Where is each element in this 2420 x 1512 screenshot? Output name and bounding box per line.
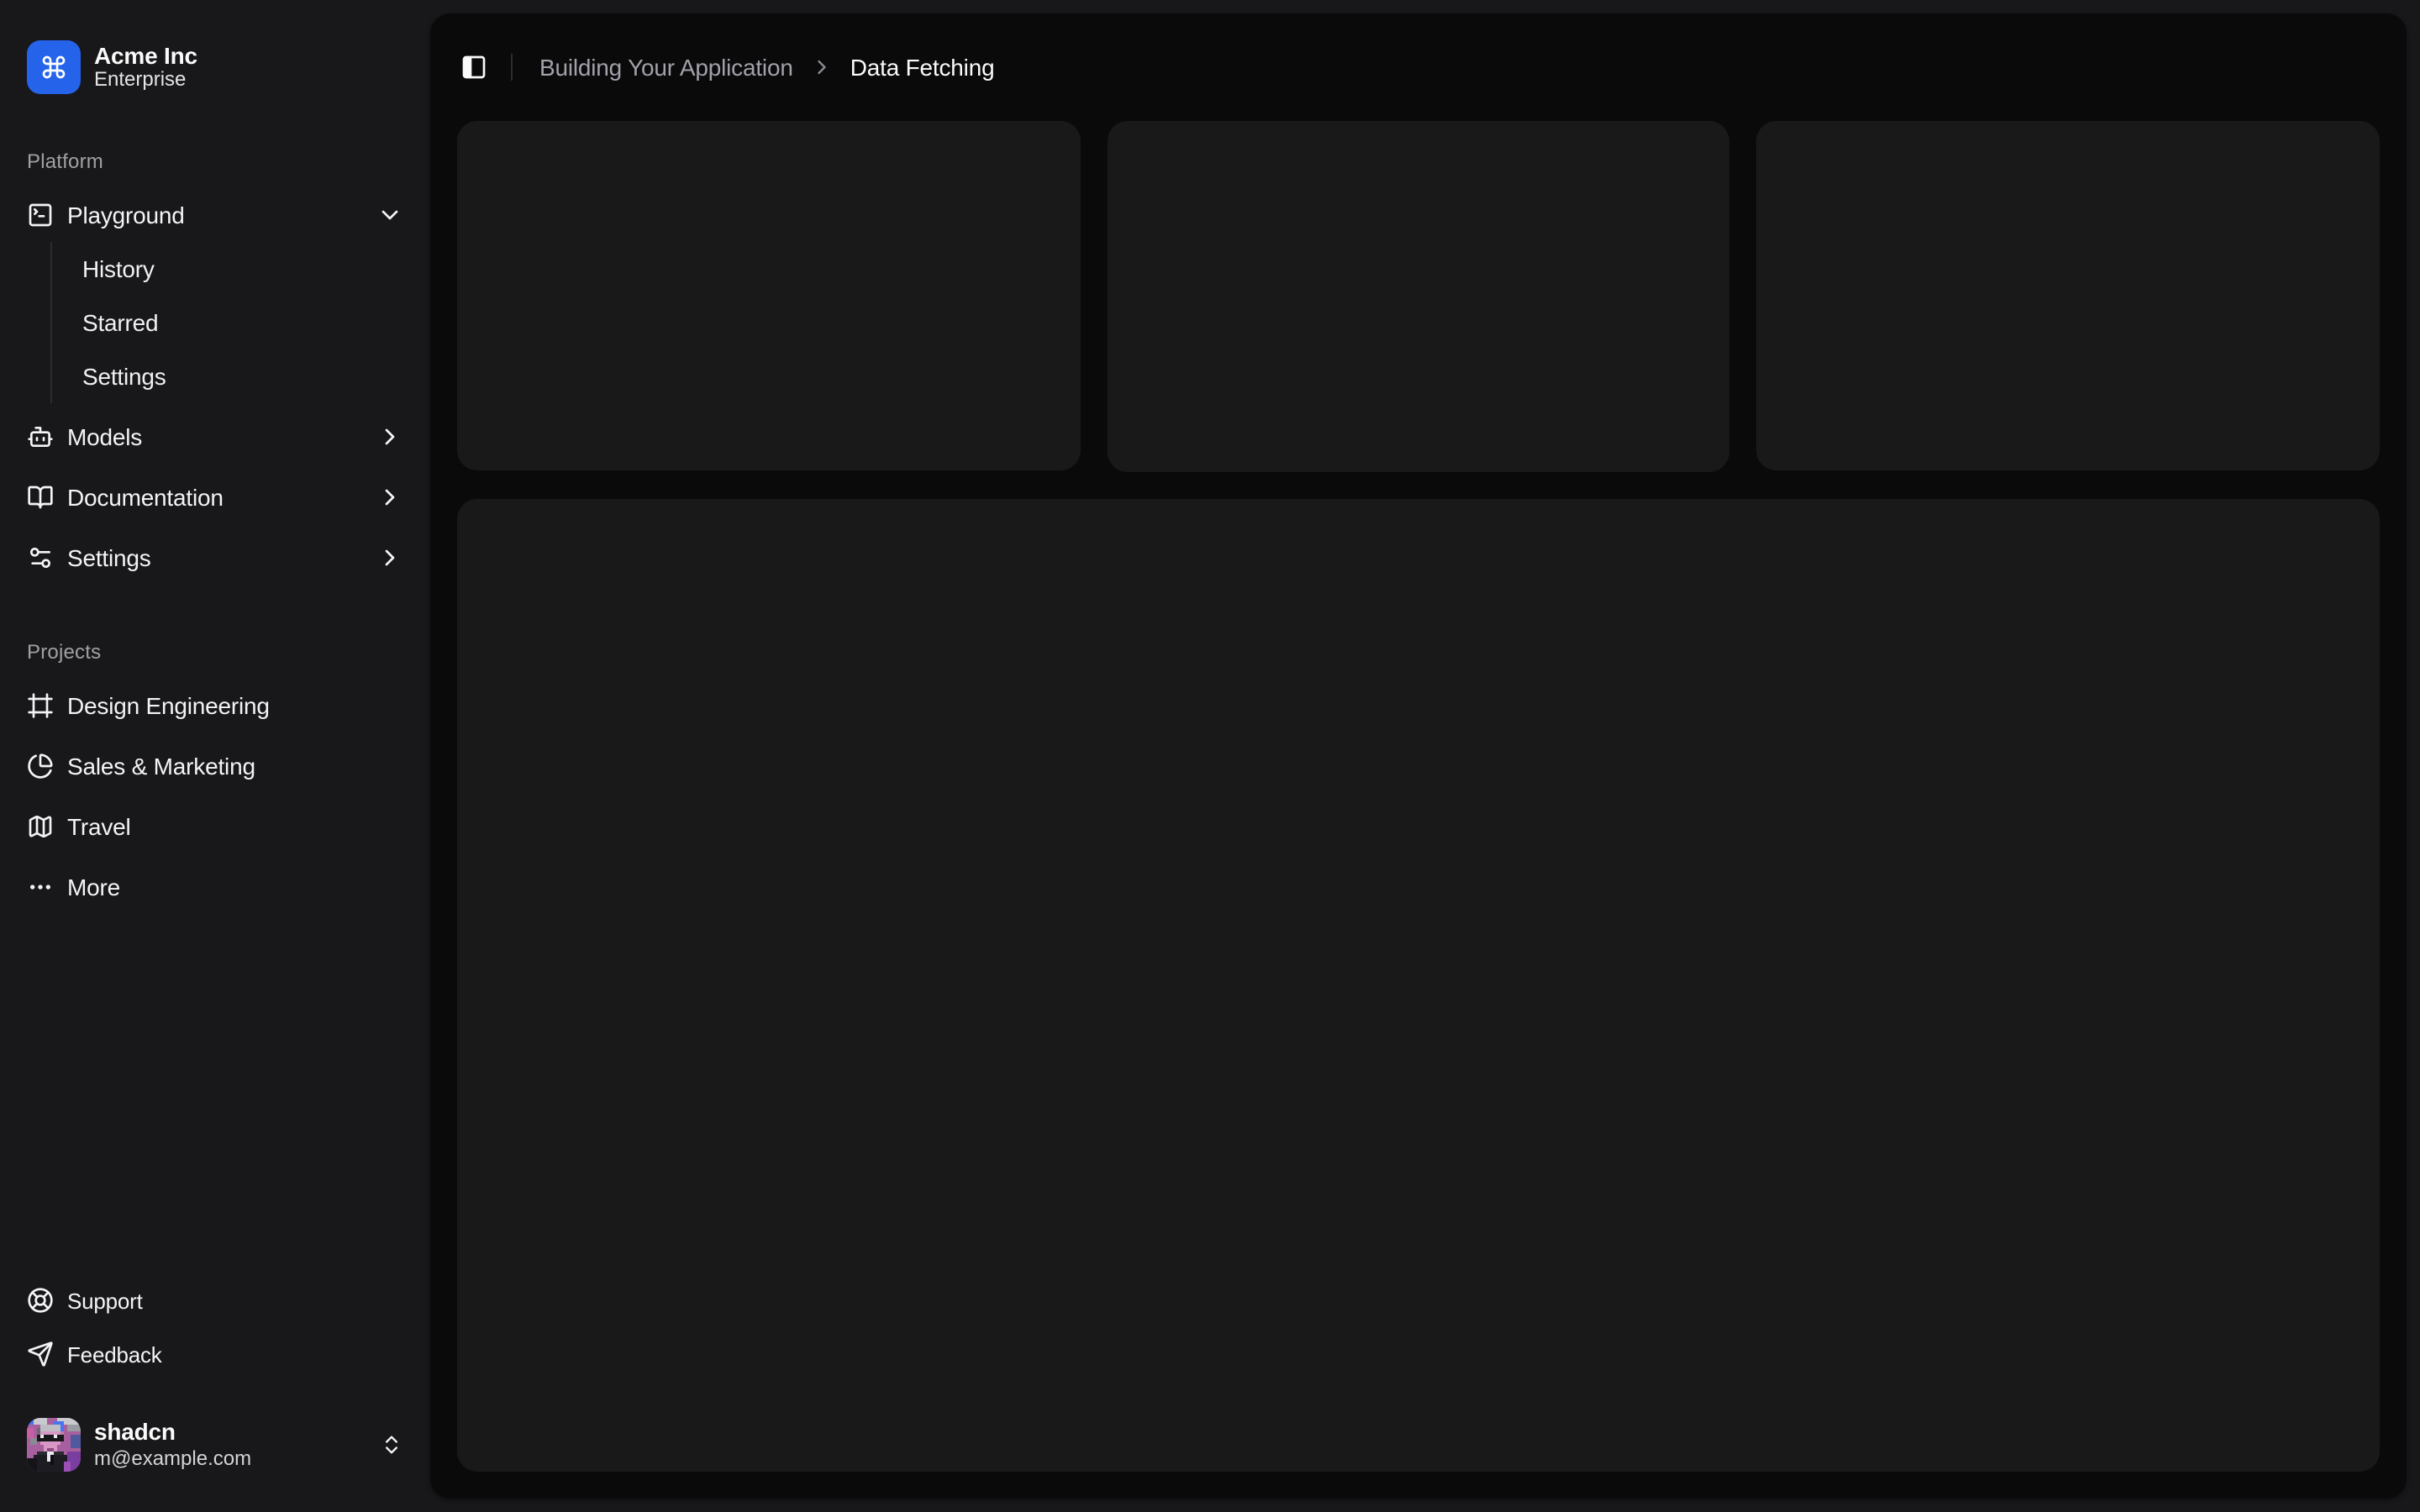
sidebar-item-label: Support xyxy=(67,1288,143,1313)
bot-icon xyxy=(28,427,53,447)
inset-panel: Building Your Application Data Fetching xyxy=(430,13,2407,1499)
placeholder-card-3 xyxy=(1756,121,2380,471)
avatar xyxy=(27,1418,81,1472)
chevron-right-icon xyxy=(818,60,826,75)
team-switcher-button[interactable]: Acme Inc Enterprise xyxy=(13,27,417,108)
team-plan: Enterprise xyxy=(94,67,187,92)
placeholder-card-1 xyxy=(457,121,1081,471)
user-email: m@example.com xyxy=(94,1446,252,1471)
sidebar-group-platform: Platform Playground History Starred Sett… xyxy=(0,121,430,598)
breadcrumb-current-page: Data Fetching xyxy=(850,54,995,81)
sidebar-footer: Support Feedback shadcn m@example.com xyxy=(0,1263,430,1499)
chevron-right-icon xyxy=(385,428,395,445)
book-open-icon xyxy=(28,486,53,509)
placeholder-panel xyxy=(457,498,2380,1472)
command-icon xyxy=(27,40,81,94)
sidebar-toggle-button[interactable] xyxy=(450,44,497,91)
settings-icon xyxy=(29,548,50,568)
sidebar-item-label: Playground xyxy=(67,202,185,228)
sidebar-item-feedback[interactable]: Feedback xyxy=(13,1331,417,1378)
sidebar-item-sales-marketing[interactable]: Sales & Marketing xyxy=(13,739,417,793)
sidebar-item-models[interactable]: Models xyxy=(13,410,417,464)
group-label-platform: Platform xyxy=(27,150,103,173)
sidebar-item-settings[interactable]: Settings xyxy=(13,531,417,585)
sidebar-item-playground[interactable]: Playground xyxy=(13,188,417,242)
chevron-right-icon xyxy=(385,549,395,566)
main-content xyxy=(430,121,2407,1499)
sidebar-subitem-starred[interactable]: Starred xyxy=(69,299,417,346)
sidebar-item-travel[interactable]: Travel xyxy=(13,800,417,853)
group-label-projects: Projects xyxy=(27,640,102,664)
send-icon xyxy=(28,1341,53,1367)
life-buoy-icon xyxy=(28,1288,53,1313)
sidebar: Acme Inc Enterprise Platform Playground … xyxy=(0,0,430,1512)
chevron-down-icon xyxy=(381,210,398,220)
sidebar-item-design-engineering[interactable]: Design Engineering xyxy=(13,679,417,732)
sidebar-header: Acme Inc Enterprise xyxy=(0,13,430,121)
panel-left-icon xyxy=(462,55,486,79)
chevron-right-icon xyxy=(385,489,395,506)
frame-icon xyxy=(28,693,53,718)
user-menu-button[interactable]: shadcn m@example.com xyxy=(13,1404,417,1485)
sidebar-item-label: Sales & Marketing xyxy=(67,753,255,780)
placeholder-card-2 xyxy=(1107,121,1730,471)
sidebar-item-label: Travel xyxy=(67,813,131,840)
ellipsis-icon xyxy=(30,885,50,890)
user-name: shadcn xyxy=(94,1418,176,1446)
placeholder-card-grid xyxy=(457,121,2380,471)
breadcrumb-parent-link[interactable]: Building Your Application xyxy=(539,54,793,81)
sidebar-group-secondary: Support Feedback xyxy=(0,1263,430,1391)
sidebar-item-label: Feedback xyxy=(67,1341,162,1367)
chart-pie-icon xyxy=(28,753,53,779)
breadcrumb: Building Your Application Data Fetching xyxy=(539,54,995,81)
square-terminal-icon xyxy=(29,203,52,227)
sidebar-item-label: Documentation xyxy=(67,484,224,511)
sidebar-group-projects: Projects Design Engineering Sales & Mark… xyxy=(0,612,430,927)
inset-header: Building Your Application Data Fetching xyxy=(430,13,2407,121)
sidebar-item-label: Design Engineering xyxy=(67,692,270,719)
sidebar-item-label: Models xyxy=(67,423,143,450)
map-icon xyxy=(29,815,52,838)
sidebar-item-more[interactable]: More xyxy=(13,860,417,914)
header-separator xyxy=(511,54,513,81)
app-root: Acme Inc Enterprise Platform Playground … xyxy=(0,0,2420,1512)
chevrons-up-down-icon xyxy=(386,1436,397,1454)
sidebar-item-label: More xyxy=(67,874,120,900)
sidebar-item-documentation[interactable]: Documentation xyxy=(13,470,417,524)
sidebar-item-label: Settings xyxy=(67,544,151,571)
sidebar-subitem-history[interactable]: History xyxy=(69,245,417,292)
sidebar-item-support[interactable]: Support xyxy=(13,1277,417,1324)
playground-submenu: History Starred Settings xyxy=(50,242,417,403)
team-name: Acme Inc xyxy=(94,42,197,70)
sidebar-subitem-settings[interactable]: Settings xyxy=(69,353,417,400)
